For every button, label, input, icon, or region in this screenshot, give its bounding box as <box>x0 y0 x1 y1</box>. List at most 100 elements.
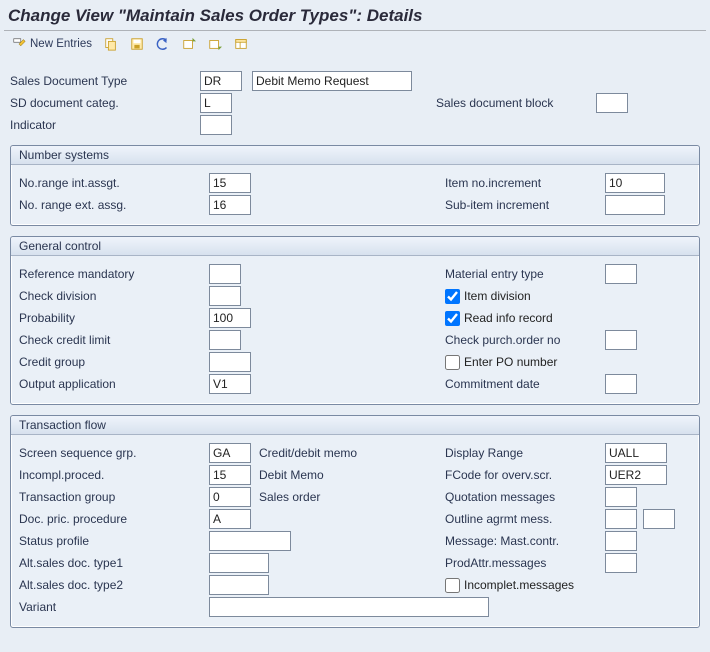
fcode-label: FCode for overv.scr. <box>445 468 605 482</box>
display-range-label: Display Range <box>445 446 605 460</box>
incompl-label: Incompl.proced. <box>19 468 209 482</box>
doc-pric-input[interactable] <box>209 509 251 529</box>
item-incr-label: Item no.increment <box>445 176 605 190</box>
toolbar-undo-button[interactable] <box>152 35 174 53</box>
toolbar-prev-button[interactable] <box>178 35 200 53</box>
sd-doc-categ-label: SD document categ. <box>10 96 200 110</box>
toolbar-layout-button[interactable] <box>230 35 252 53</box>
ref-mand-label: Reference mandatory <box>19 267 209 281</box>
toolbar-toggle-button[interactable]: New Entries <box>8 35 96 53</box>
layout-icon <box>234 37 248 51</box>
undo-icon <box>156 37 170 51</box>
transaction-flow-group: Transaction flow Screen sequence grp. Cr… <box>10 415 700 628</box>
trans-group-input[interactable] <box>209 487 251 507</box>
alt-sales1-label: Alt.sales doc. type1 <box>19 556 209 570</box>
outline-input-1[interactable] <box>605 509 637 529</box>
status-prof-label: Status profile <box>19 534 209 548</box>
save-icon <box>130 37 144 51</box>
pencil-checklist-icon <box>12 37 26 51</box>
toolbar: New Entries <box>0 31 710 61</box>
status-prof-input[interactable] <box>209 531 291 551</box>
prod-attr-label: ProdAttr.messages <box>445 556 605 570</box>
enter-po-label: Enter PO number <box>464 355 557 369</box>
mast-contr-label: Message: Mast.contr. <box>445 534 605 548</box>
output-app-label: Output application <box>19 377 209 391</box>
alt-sales2-input[interactable] <box>209 575 269 595</box>
credit-group-label: Credit group <box>19 355 209 369</box>
read-info-label: Read info record <box>464 311 553 325</box>
sales-block-input[interactable] <box>596 93 628 113</box>
top-fields: Sales Document Type SD document categ. S… <box>10 65 700 135</box>
number-systems-group: Number systems No.range int.assgt. Item … <box>10 145 700 226</box>
check-credit-input[interactable] <box>209 330 241 350</box>
doc-pric-label: Doc. pric. procedure <box>19 512 209 526</box>
screen-seq-label: Screen sequence grp. <box>19 446 209 460</box>
page-title: Change View "Maintain Sales Order Types"… <box>0 0 710 30</box>
sd-doc-categ-input[interactable] <box>200 93 232 113</box>
item-incr-input[interactable] <box>605 173 665 193</box>
number-systems-title: Number systems <box>11 146 699 165</box>
commit-date-input[interactable] <box>605 374 637 394</box>
display-range-input[interactable] <box>605 443 667 463</box>
indicator-input[interactable] <box>200 115 232 135</box>
sales-block-label: Sales document block <box>436 96 596 110</box>
sales-doc-type-label: Sales Document Type <box>10 74 200 88</box>
read-info-checkbox[interactable] <box>445 311 460 326</box>
variant-input[interactable] <box>209 597 489 617</box>
indicator-label: Indicator <box>10 118 200 132</box>
alt-sales2-label: Alt.sales doc. type2 <box>19 578 209 592</box>
sales-doc-type-desc-input[interactable] <box>252 71 412 91</box>
probability-input[interactable] <box>209 308 251 328</box>
variant-label: Variant <box>19 600 209 614</box>
sub-item-incr-input[interactable] <box>605 195 665 215</box>
item-div-checkbox[interactable] <box>445 289 460 304</box>
no-range-int-input[interactable] <box>209 173 251 193</box>
table-next-icon <box>208 37 222 51</box>
outline-label: Outline agrmt mess. <box>445 512 605 526</box>
incompl-desc: Debit Memo <box>259 468 324 482</box>
no-range-int-label: No.range int.assgt. <box>19 176 209 190</box>
toolbar-save-button[interactable] <box>126 35 148 53</box>
outline-input-2[interactable] <box>643 509 675 529</box>
screen-seq-desc: Credit/debit memo <box>259 446 357 460</box>
transaction-flow-title: Transaction flow <box>11 416 699 435</box>
check-po-input[interactable] <box>605 330 637 350</box>
sales-doc-type-input[interactable] <box>200 71 242 91</box>
mat-entry-input[interactable] <box>605 264 637 284</box>
trans-group-label: Transaction group <box>19 490 209 504</box>
no-range-ext-label: No. range ext. assg. <box>19 198 209 212</box>
screen-seq-input[interactable] <box>209 443 251 463</box>
general-control-title: General control <box>11 237 699 256</box>
alt-sales1-input[interactable] <box>209 553 269 573</box>
toolbar-next-button[interactable] <box>204 35 226 53</box>
probability-label: Probability <box>19 311 209 325</box>
trans-group-desc: Sales order <box>259 490 320 504</box>
prod-attr-input[interactable] <box>605 553 637 573</box>
incompl-msg-label: Incomplet.messages <box>464 578 574 592</box>
quot-msg-input[interactable] <box>605 487 637 507</box>
incompl-input[interactable] <box>209 465 251 485</box>
check-credit-label: Check credit limit <box>19 333 209 347</box>
enter-po-checkbox[interactable] <box>445 355 460 370</box>
output-app-input[interactable] <box>209 374 251 394</box>
fcode-input[interactable] <box>605 465 667 485</box>
general-control-group: General control Reference mandatory Mate… <box>10 236 700 405</box>
copy-icon <box>104 37 118 51</box>
content-area: Sales Document Type SD document categ. S… <box>0 61 710 652</box>
no-range-ext-input[interactable] <box>209 195 251 215</box>
check-div-input[interactable] <box>209 286 241 306</box>
commit-date-label: Commitment date <box>445 377 605 391</box>
table-prev-icon <box>182 37 196 51</box>
credit-group-input[interactable] <box>209 352 251 372</box>
mat-entry-label: Material entry type <box>445 267 605 281</box>
item-div-label: Item division <box>464 289 531 303</box>
toolbar-toggle-label: New Entries <box>30 38 92 50</box>
quot-msg-label: Quotation messages <box>445 490 605 504</box>
ref-mand-input[interactable] <box>209 264 241 284</box>
incompl-msg-checkbox[interactable] <box>445 578 460 593</box>
check-div-label: Check division <box>19 289 209 303</box>
toolbar-copy-button[interactable] <box>100 35 122 53</box>
sub-item-incr-label: Sub-item increment <box>445 198 605 212</box>
mast-contr-input[interactable] <box>605 531 637 551</box>
check-po-label: Check purch.order no <box>445 333 605 347</box>
